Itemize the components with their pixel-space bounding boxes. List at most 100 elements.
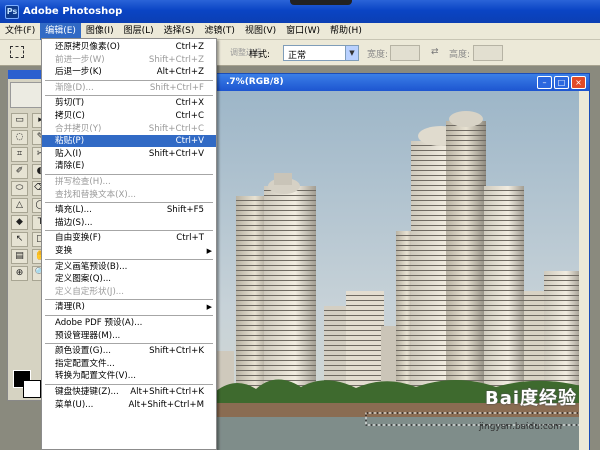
menu-item-8[interactable]: 帮助(H) [325, 23, 367, 40]
edit-menu-item[interactable]: 菜单(U)... Alt+Shift+Ctrl+M [42, 399, 216, 411]
edit-menu-item[interactable]: 指定配置文件... [42, 358, 216, 370]
edit-menu-item[interactable]: 清除(E) [42, 160, 216, 172]
tool-icon-2[interactable]: ◌ [11, 130, 28, 145]
menu-item-label: 清理(R) [55, 302, 85, 313]
menu-item-shortcut: Ctrl+X [175, 98, 204, 109]
baidu-jingyan-logo: Bai度经验 [485, 388, 578, 409]
edit-menu-item[interactable]: 剪切(T) Ctrl+X [42, 97, 216, 109]
menu-item-5[interactable]: 滤镜(T) [199, 23, 240, 40]
edit-menu-item[interactable]: 定义画笔预设(B)... [42, 261, 216, 273]
background-color-swatch[interactable] [23, 380, 41, 398]
menu-separator [45, 95, 213, 97]
menu-item-label: 清除(E) [55, 161, 85, 172]
window-drag-handle[interactable] [290, 0, 352, 5]
chevron-down-icon[interactable]: ▼ [345, 46, 358, 60]
maximize-icon[interactable]: □ [554, 76, 569, 89]
menu-separator [45, 79, 213, 81]
edit-menu-item[interactable]: 颜色设置(G)... Shift+Ctrl+K [42, 345, 216, 357]
menu-item-4[interactable]: 选择(S) [159, 23, 200, 40]
menu-item-label: 变换 [55, 246, 73, 256]
edit-menu-item[interactable]: 转换为配置文件(V)... [42, 370, 216, 382]
tool-icon-12[interactable]: ◆ [11, 215, 28, 230]
menu-item-shortcut: Alt+Ctrl+Z [156, 67, 204, 78]
menu-separator [45, 202, 213, 204]
style-value: 正常 [288, 51, 307, 61]
menu-item-6[interactable]: 视图(V) [240, 23, 281, 40]
edit-menu-dropdown: 还原拷贝像素(O) Ctrl+Z 前进一步(W) Shift+Ctrl+Z 后退一步(K… [41, 38, 217, 450]
menu-item-shortcut: Shift+Ctrl+V [148, 148, 204, 159]
menu-item-label: 定义图案(Q)... [55, 274, 112, 285]
edit-menu-item: 拼写检查(H)... [42, 176, 216, 188]
edit-menu-item[interactable]: 键盘快捷键(Z)... Alt+Shift+Ctrl+K [42, 386, 216, 398]
menu-item-0[interactable]: 文件(F) [0, 23, 40, 40]
menu-item-label: 贴入(I) [55, 148, 82, 159]
tool-icon-0[interactable]: ▭ [11, 113, 28, 128]
edit-menu-item[interactable]: 粘贴(P) Ctrl+V [42, 135, 216, 148]
edit-menu-item[interactable]: 填充(L)... Shift+F5 [42, 204, 216, 216]
edit-menu-item[interactable]: 贴入(I) Shift+Ctrl+V [42, 148, 216, 160]
menu-item-label: Adobe PDF 预设(A)... [55, 318, 143, 328]
menu-item-label: 描边(S)... [55, 217, 93, 228]
menu-item-2[interactable]: 图像(I) [81, 23, 119, 40]
minimize-icon[interactable]: – [537, 76, 552, 89]
edit-menu-item[interactable]: 还原拷贝像素(O) Ctrl+Z [42, 41, 216, 53]
menu-item-label: 查找和替换文本(X)... [55, 189, 136, 200]
menu-item-shortcut: Shift+Ctrl+K [149, 346, 204, 357]
edit-menu-item[interactable]: 拷贝(C) Ctrl+C [42, 110, 216, 122]
submenu-arrow-icon: ▶ [206, 303, 212, 312]
edit-menu-item[interactable]: 描边(S)... [42, 217, 216, 229]
menu-separator [45, 299, 213, 301]
menu-item-label: 指定配置文件... [55, 358, 115, 369]
menu-item-7[interactable]: 窗口(W) [281, 23, 325, 40]
tool-icon-14[interactable]: ↖ [11, 232, 28, 247]
edit-menu-item[interactable]: 清理(R) ▶ [42, 301, 216, 313]
app-title: Adobe Photoshop [23, 6, 123, 17]
swap-icon[interactable]: ⇄ [431, 47, 439, 57]
tool-icon-8[interactable]: ⬭ [11, 181, 28, 196]
tool-icon-10[interactable]: △ [11, 198, 28, 213]
menu-item-label: 合并拷贝(Y) [55, 123, 102, 134]
menu-separator [45, 174, 213, 175]
photoshop-logo-icon: Ps [5, 4, 19, 19]
close-icon[interactable]: × [571, 76, 586, 89]
edit-menu-item[interactable]: 定义图案(Q)... [42, 273, 216, 285]
menu-item-shortcut: Shift+F5 [166, 205, 204, 216]
menu-item-3[interactable]: 图层(L) [119, 23, 159, 40]
edit-menu-item[interactable]: Adobe PDF 预设(A)... [42, 317, 216, 329]
edit-menu-item[interactable]: 后退一步(K) Alt+Ctrl+Z [42, 66, 216, 78]
width-field[interactable] [390, 45, 420, 61]
height-field[interactable] [473, 45, 503, 61]
edit-menu-item: 定义自定形状(J)... [42, 286, 216, 298]
menu-separator [45, 384, 213, 385]
edit-menu-item[interactable]: 预设管理器(M)... [42, 330, 216, 342]
menu-item-label: 前进一步(W) [55, 54, 105, 65]
menu-item-label: 预设管理器(M)... [55, 330, 121, 341]
menu-item-shortcut: Ctrl+V [175, 136, 204, 147]
tool-icon-6[interactable]: ✐ [11, 164, 28, 179]
menu-separator [45, 230, 213, 232]
menu-item-1[interactable]: 编辑(E) [40, 22, 81, 40]
menu-item-shortcut: Ctrl+C [175, 111, 205, 121]
tool-icon-18[interactable]: ⊕ [11, 266, 28, 281]
menu-item-label: 自由变换(F) [55, 233, 102, 244]
style-select[interactable]: 正常 ▼ [283, 45, 359, 61]
edit-menu-item[interactable]: 自由变换(F) Ctrl+T [42, 232, 216, 244]
watermark: Bai度经验 jingyan.baidu.com [475, 384, 600, 444]
document-title: .7%(RGB/8) [206, 74, 589, 91]
marquee-tool-icon[interactable] [10, 46, 24, 58]
menu-item-shortcut: Ctrl+Z [175, 42, 204, 52]
watermark-url: jingyan.baidu.com [479, 422, 563, 432]
edit-menu-item: 合并拷贝(Y) Shift+Ctrl+C [42, 123, 216, 135]
tool-icon-4[interactable]: ⌗ [11, 147, 28, 162]
edit-menu-item[interactable]: 变换 ▶ [42, 245, 216, 257]
menu-item-shortcut: Ctrl+T [176, 233, 204, 244]
menu-separator [45, 315, 213, 316]
tool-icon-16[interactable]: ▤ [11, 249, 28, 264]
menu-item-shortcut: Shift+Ctrl+C [148, 123, 204, 134]
height-label: 高度: [449, 50, 471, 60]
submenu-arrow-icon: ▶ [206, 247, 212, 255]
menu-item-label: 菜单(U)... [55, 399, 94, 410]
menu-separator [45, 343, 213, 345]
menu-item-label: 还原拷贝像素(O) [55, 42, 121, 52]
menu-separator [45, 258, 213, 260]
